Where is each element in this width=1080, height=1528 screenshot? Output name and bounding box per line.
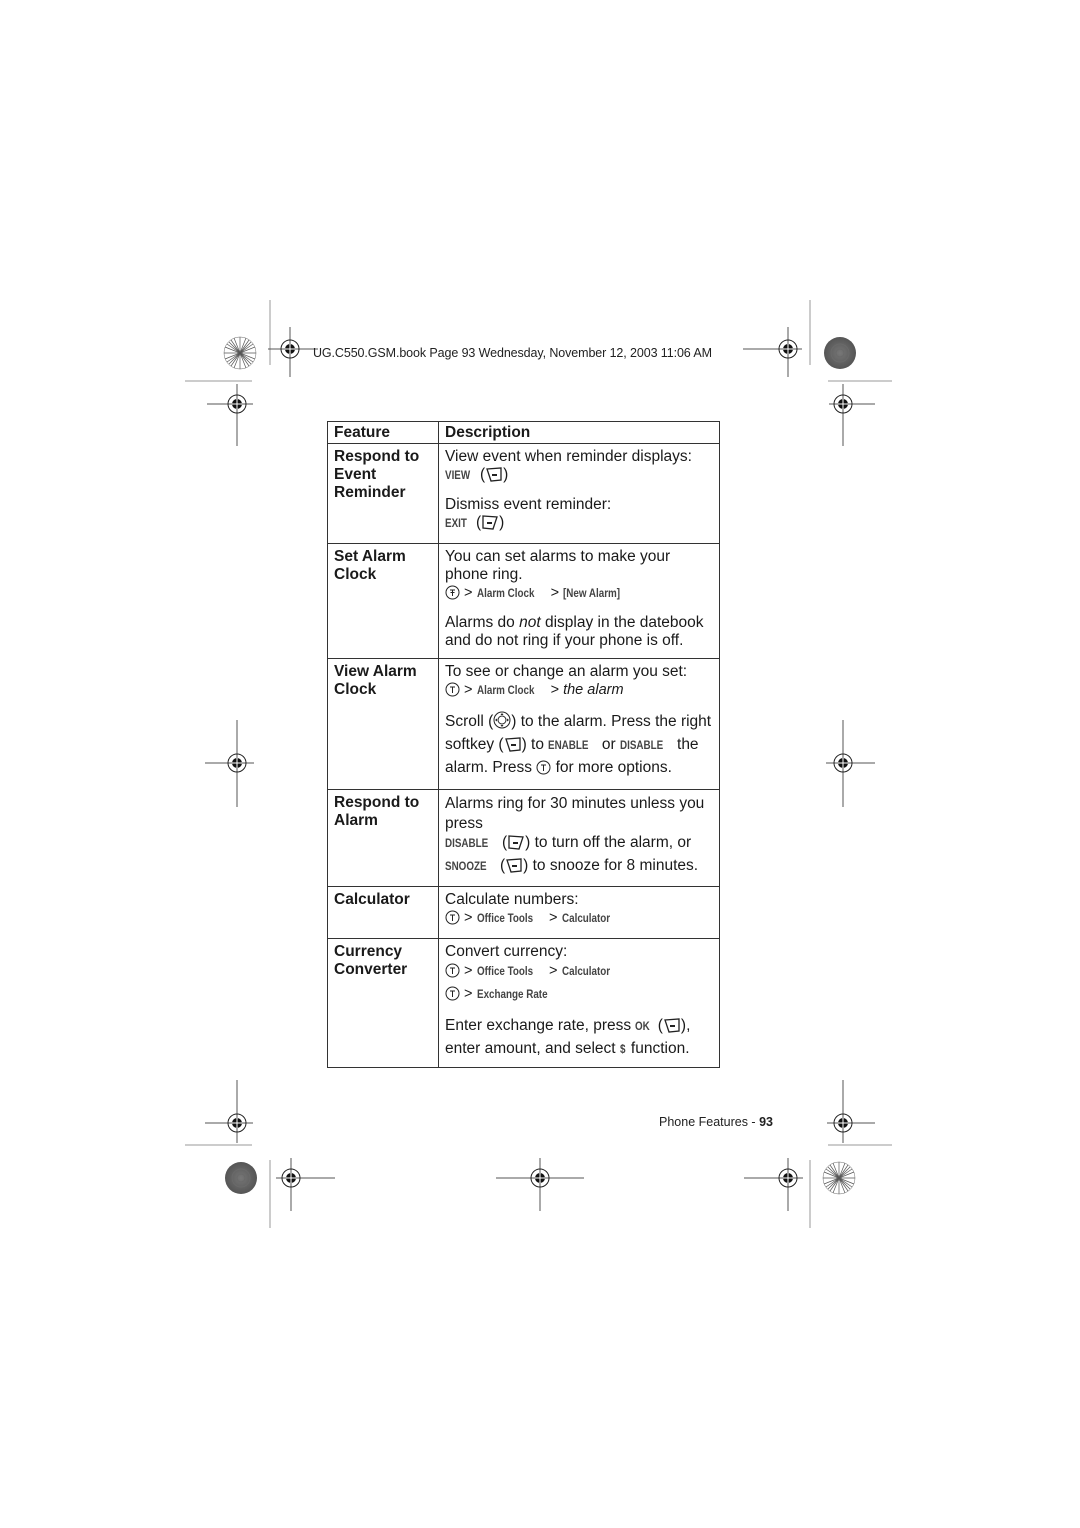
column-header-description: Description [438, 421, 720, 444]
right-softkey-icon [505, 857, 523, 879]
registration-mark [829, 384, 875, 446]
left-softkey-icon [481, 515, 499, 535]
table-row: Set Alarm Clock You can set alarms to ma… [327, 543, 720, 659]
menu-key-icon [445, 585, 460, 605]
registration-mark [744, 1158, 803, 1211]
table-row: Respond to Event Reminder View event whe… [327, 443, 720, 544]
feature-description: Alarms ring for 30 minutes unless you pr… [438, 789, 720, 887]
gray-target-mark [225, 1162, 257, 1194]
left-softkey-icon [507, 835, 525, 856]
table-row: Respond to Alarm Alarms ring for 30 minu… [327, 789, 720, 887]
menu-key-icon [445, 986, 460, 1007]
star-target-mark [223, 336, 257, 370]
registration-mark [827, 1080, 875, 1143]
registration-mark [205, 1080, 253, 1143]
running-head: UG.C550.GSM.book Page 93 Wednesday, Nove… [313, 346, 712, 360]
feature-description: Convert currency: > Office Tools > Calcu… [438, 938, 720, 1068]
softkey-command-exit: EXIT [445, 516, 467, 530]
menu-key-icon [445, 963, 460, 984]
menu-path: > Alarm Clock > [New Alarm] [445, 584, 713, 605]
feature-name: Respond to Event Reminder [327, 443, 439, 544]
menu-path: > Exchange Rate [445, 984, 713, 1007]
feature-name: View Alarm Clock [327, 658, 439, 790]
registration-mark [743, 327, 802, 377]
feature-table: Feature Description Respond to Event Rem… [327, 421, 720, 1068]
page-footer: Phone Features - 93 [659, 1115, 773, 1129]
right-softkey-icon [485, 467, 503, 487]
menu-path: > Office Tools > Calculator [445, 961, 713, 984]
registration-mark [268, 327, 318, 377]
column-header-feature: Feature [327, 421, 439, 444]
menu-key-icon [445, 682, 460, 702]
page-number: 93 [759, 1115, 773, 1129]
gray-target-mark [824, 337, 856, 369]
registration-mark [826, 720, 875, 807]
right-softkey-icon [663, 1018, 681, 1039]
table-header-row: Feature Description [327, 421, 720, 444]
registration-mark [276, 1158, 335, 1211]
softkey-command-view: VIEW [445, 468, 471, 482]
table-row: View Alarm Clock To see or change an ala… [327, 658, 720, 790]
table-row: Currency Converter Convert currency: > O… [327, 938, 720, 1068]
registration-mark [496, 1158, 584, 1211]
star-target-mark [822, 1161, 856, 1195]
feature-description: You can set alarms to make your phone ri… [438, 543, 720, 659]
feature-description: View event when reminder displays: VIEW … [438, 443, 720, 544]
feature-name: Respond to Alarm [327, 789, 439, 887]
registration-mark [207, 384, 253, 446]
footer-section: Phone Features - [659, 1115, 760, 1129]
feature-description: Calculate numbers: > Office Tools > Calc… [438, 886, 720, 939]
feature-name: Currency Converter [327, 938, 439, 1068]
menu-path: > Alarm Clock > the alarm [445, 681, 713, 702]
feature-name: Set Alarm Clock [327, 543, 439, 659]
table-row: Calculator Calculate numbers: > Office T… [327, 886, 720, 939]
right-softkey-icon [504, 737, 522, 758]
menu-key-icon [536, 760, 551, 781]
registration-mark [205, 720, 254, 807]
feature-description: To see or change an alarm you set: > Ala… [438, 658, 720, 790]
menu-path: > Office Tools > Calculator [445, 909, 713, 930]
menu-key-icon [445, 910, 460, 930]
navigation-key-icon [493, 711, 511, 735]
feature-name: Calculator [327, 886, 439, 939]
